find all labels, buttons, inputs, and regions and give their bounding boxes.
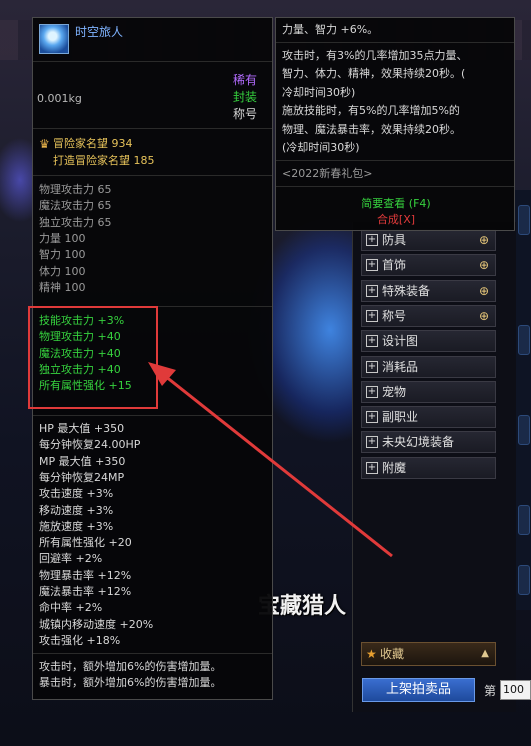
extra-stat: MP 最大值 +350 (39, 454, 126, 468)
expand-plus-icon[interactable]: + (366, 259, 378, 272)
menu-item-label: 称号 (382, 308, 407, 323)
effect-line: 冷却时间30秒) (282, 85, 356, 99)
menu-item[interactable]: + 首饰 ⊕ (361, 254, 496, 277)
item-icon (39, 24, 69, 54)
extra-stat: 每分钟恢复24MP (39, 470, 125, 484)
menu-item-label: 副职业 (382, 410, 419, 425)
item-effect: 暴击时，额外增加6%的伤害增加量。 (39, 676, 222, 689)
menu-item[interactable]: + 特殊装备 ⊕ (361, 279, 496, 302)
extra-stat: 攻击强化 +18% (39, 633, 121, 647)
extra-stat: 攻击速度 +3% (39, 487, 114, 501)
magnifier-plus-icon[interactable]: ⊕ (479, 281, 489, 301)
item-name: 时空旅人 (75, 25, 124, 39)
menu-item[interactable]: + 设计图 (361, 330, 496, 353)
extra-stat: 魔法暴击率 +12% (39, 585, 132, 598)
expand-plus-icon[interactable]: + (366, 234, 378, 246)
extra-stat: 物理暴击率 +12% (39, 568, 132, 582)
base-stat: 体力 100 (39, 264, 86, 278)
item-effect-tooltip: 力量、智力 +6%。 攻击时，有3%的几率增加35点力量、 智力、体力、精神，效果… (275, 17, 515, 231)
menu-item[interactable]: + 副职业 (361, 406, 496, 429)
effect-line: 攻击时，有3%的几率增加35点力量、 (282, 49, 468, 62)
item-rarity: 稀有 (233, 73, 258, 87)
extra-stat: 城镇内移动速度 +20% (39, 617, 154, 631)
expand-plus-icon[interactable]: + (366, 385, 378, 398)
menu-item[interactable]: + 消耗品 (361, 355, 496, 378)
item-weight: 0.001kg (37, 92, 82, 105)
item-type: 称号 (233, 107, 258, 121)
menu-item[interactable]: + 未央幻境装备 (361, 431, 496, 454)
expand-plus-icon[interactable]: + (366, 309, 378, 322)
magnifier-plus-icon[interactable]: ⊕ (479, 230, 489, 250)
right-edge-slot[interactable] (518, 565, 530, 595)
effect-line: 施放技能时，有5%的几率增加5%的 (282, 104, 460, 118)
highlight-box (28, 306, 158, 409)
right-edge-slot[interactable] (518, 415, 530, 445)
menu-item-label: 首饰 (382, 258, 407, 273)
menu-item-label: 附魔 (382, 460, 407, 475)
menu-item-label: 宠物 (382, 384, 407, 399)
menu-item[interactable]: + 宠物 (361, 380, 496, 403)
magnifier-plus-icon[interactable]: ⊕ (479, 255, 489, 275)
extra-stat: 回避率 +2% (39, 552, 103, 566)
quick-view-button[interactable]: 简要查看 (F4) (276, 195, 516, 211)
expand-plus-icon[interactable]: + (366, 411, 378, 424)
expand-plus-icon[interactable]: + (366, 335, 378, 348)
magnifier-plus-icon[interactable]: ⊕ (479, 306, 489, 326)
base-stat: 精神 100 (39, 280, 86, 294)
right-edge-slot[interactable] (518, 325, 530, 355)
package-name: <2022新春礼包> (282, 167, 373, 180)
extra-stat: 所有属性强化 +20 (39, 536, 132, 550)
base-stat: 物理攻击力 65 (39, 183, 112, 196)
menu-item[interactable]: + 防具 ⊕ (361, 229, 496, 251)
favorites-dropdown[interactable]: ★ 收藏 ▲ (361, 642, 496, 666)
right-edge-strip (515, 190, 531, 610)
extra-stat: HP 最大值 +350 (39, 422, 125, 435)
effect-head: 力量、智力 +6%。 (282, 23, 379, 36)
fame-crown-icon: ♛ (39, 137, 50, 151)
base-stat: 独立攻击力 65 (39, 215, 112, 229)
menu-item-label: 特殊装备 (382, 283, 431, 298)
menu-item-label: 未央幻境装备 (382, 435, 455, 450)
item-sealed: 封装 (233, 90, 258, 104)
base-stat: 魔法攻击力 65 (39, 199, 112, 213)
caret-up-icon: ▲ (481, 648, 489, 659)
expand-plus-icon[interactable]: + (366, 461, 378, 474)
menu-item[interactable]: + 附魔 (361, 456, 496, 479)
extra-stat: 移动速度 +3% (39, 503, 114, 517)
effect-line: 智力、体力、精神，效果持续20秒。( (282, 67, 466, 81)
item-effect: 攻击时，额外增加6%的伤害增加量。 (39, 660, 222, 673)
menu-item-label: 防具 (382, 233, 407, 247)
expand-plus-icon[interactable]: + (366, 284, 378, 297)
right-edge-slot[interactable] (518, 505, 530, 535)
page-label: 第 (484, 684, 497, 698)
extra-stat: 施放速度 +3% (39, 519, 114, 533)
expand-plus-icon[interactable]: + (366, 436, 378, 449)
effect-line: 物理、魔法暴击率，效果持续20秒。 (282, 122, 461, 136)
compose-button[interactable]: 合成[X] (276, 211, 516, 227)
extra-stat: 命中率 +2% (39, 601, 103, 615)
extra-stat: 每分钟恢复24.00HP (39, 438, 141, 452)
crafted-adventurer-fame: 打造冒险家名望 185 (53, 154, 155, 167)
star-icon: ★ (366, 647, 377, 661)
menu-item-label: 设计图 (382, 334, 419, 349)
expand-plus-icon[interactable]: + (366, 360, 378, 373)
base-stat: 智力 100 (39, 248, 86, 262)
right-edge-slot[interactable] (518, 205, 530, 235)
adventurer-fame: 冒险家名望 934 (53, 137, 133, 150)
effect-line: (冷却时间30秒) (282, 141, 360, 154)
favorites-label: 收藏 (380, 647, 405, 661)
list-auction-button[interactable]: 上架拍卖品 (362, 678, 475, 702)
menu-item[interactable]: + 称号 ⊕ (361, 304, 496, 327)
menu-item-label: 消耗品 (382, 359, 419, 374)
page-number-input[interactable]: 100 (500, 680, 531, 700)
base-stat: 力量 100 (39, 231, 86, 245)
